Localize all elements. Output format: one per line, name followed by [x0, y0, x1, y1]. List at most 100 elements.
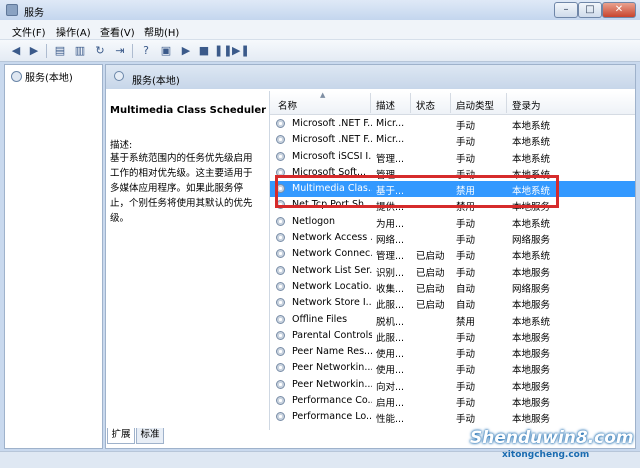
refresh-icon[interactable]: ↻ — [92, 43, 108, 59]
cell-description: 管理... — [376, 153, 405, 165]
services-pane: 服务(本地) Multimedia Class Scheduler 描述: 基于… — [105, 64, 636, 449]
cell-startup-type: 自动 — [456, 283, 476, 295]
column-header-startup-type[interactable]: 启动类型 — [456, 98, 494, 112]
cell-startup-type: 手动 — [456, 365, 476, 377]
cell-startup-type: 手动 — [456, 349, 476, 361]
tree-item-services-local[interactable]: 服务(本地) — [9, 68, 75, 85]
service-row[interactable]: Offline Files 脱机... 禁用 本地系统 — [270, 312, 635, 328]
menu-view[interactable]: 查看(V) — [100, 24, 135, 39]
cell-description: 识别... — [376, 267, 405, 279]
forward-arrow-icon[interactable]: ▶ — [26, 43, 42, 59]
cell-startup-type: 手动 — [456, 332, 476, 344]
description-label: 描述: — [110, 140, 133, 151]
pause-service-icon[interactable]: ❚❚ — [214, 43, 232, 59]
gear-icon — [276, 281, 285, 291]
column-divider[interactable] — [410, 93, 411, 113]
service-row[interactable]: Network Locatio... 收集... 已启动 自动 网络服务 — [270, 279, 635, 295]
minimize-button[interactable]: – — [554, 2, 578, 18]
cell-name: Microsoft .NET F... — [292, 134, 372, 146]
title-bar[interactable]: 服务 – □ ✕ — [0, 0, 640, 20]
cell-name: Peer Networkin... — [292, 378, 372, 390]
service-row[interactable]: Network Access ... 网络... 手动 网络服务 — [270, 230, 635, 246]
cell-startup-type: 手动 — [456, 137, 476, 149]
export-list-icon[interactable]: ⇥ — [112, 43, 128, 59]
gear-icon — [276, 135, 285, 145]
cell-name: Offline Files — [292, 313, 348, 325]
cell-log-on-as: 本地系统 — [512, 316, 551, 328]
gear-icon — [276, 363, 285, 373]
cell-description: Micr... — [376, 118, 405, 129]
cell-name: Network Store I... — [292, 297, 372, 309]
service-row[interactable]: Network Store I... 此服... 已启动 自动 本地服务 — [270, 295, 635, 311]
menu-action[interactable]: 操作(A) — [56, 24, 91, 39]
service-row[interactable]: Network List Ser... 识别... 已启动 手动 本地服务 — [270, 263, 635, 279]
show-tree-icon[interactable]: ▤ — [52, 43, 68, 59]
cell-status: 已启动 — [416, 283, 445, 295]
column-divider[interactable] — [506, 93, 507, 113]
cell-name: Microsoft iSCSI I... — [292, 150, 372, 162]
column-header-description[interactable]: 描述 — [376, 98, 395, 112]
column-header-log-on-as[interactable]: 登录为 — [512, 98, 541, 112]
cell-description: 向对... — [376, 381, 405, 393]
close-button[interactable]: ✕ — [602, 2, 636, 18]
watermark-subtext: xitongcheng.com — [502, 450, 590, 460]
cell-startup-type: 禁用 — [456, 316, 476, 328]
service-row[interactable]: Peer Networkin... 向对... 手动 本地服务 — [270, 377, 635, 393]
gear-icon — [276, 330, 285, 340]
cell-description: 启用... — [376, 398, 405, 410]
restart-service-icon[interactable]: ▶❚ — [232, 43, 250, 59]
window-title: 服务 — [24, 8, 44, 19]
menu-help[interactable]: 帮助(H) — [144, 24, 179, 39]
description-text: 基于系统范围内的任务优先级启用工作的相对优先级。这主要适用于多媒体应用程序。如果… — [110, 153, 253, 224]
cell-startup-type: 手动 — [456, 414, 476, 426]
service-row[interactable]: Performance Lo... 性能... 手动 本地服务 — [270, 409, 635, 425]
column-header-status[interactable]: 状态 — [416, 98, 435, 112]
cell-log-on-as: 网络服务 — [512, 283, 551, 295]
gear-icon — [276, 151, 285, 161]
cell-description: Micr... — [376, 134, 405, 146]
gear-icon — [11, 71, 22, 82]
services-app-icon — [6, 4, 18, 16]
services-list[interactable]: ▲ 名称 描述 状态 启动类型 登录为 Microsoft .NET F... M… — [269, 91, 635, 430]
cell-name: Network Access ... — [292, 232, 372, 244]
cell-startup-type: 手动 — [456, 251, 476, 263]
service-row[interactable]: Netlogon 为用... 手动 本地系统 — [270, 214, 635, 230]
back-arrow-icon[interactable]: ◀ — [8, 43, 24, 59]
cell-description: 此服... — [376, 332, 405, 344]
column-divider[interactable] — [370, 93, 371, 113]
service-row[interactable]: Microsoft .NET F... Micr... 手动 本地系统 — [270, 116, 635, 132]
console-icon[interactable]: ▣ — [158, 43, 174, 59]
column-header-name[interactable]: 名称 — [278, 98, 297, 112]
tab-standard[interactable]: 标准 — [136, 428, 164, 444]
service-row[interactable]: Peer Networkin... 使用... 手动 本地服务 — [270, 360, 635, 376]
gear-icon — [276, 233, 285, 243]
properties-icon[interactable]: ▥ — [72, 43, 88, 59]
help-icon[interactable]: ? — [138, 43, 154, 59]
menu-file[interactable]: 文件(F) — [12, 24, 46, 39]
service-row[interactable]: Performance Co... 启用... 手动 本地服务 — [270, 393, 635, 409]
pane-header-title: 服务(本地) — [132, 76, 180, 87]
service-row[interactable]: Microsoft iSCSI I... 管理... 手动 本地系统 — [270, 149, 635, 165]
column-divider[interactable] — [450, 93, 451, 113]
service-row[interactable]: Network Connec... 管理... 已启动 手动 本地系统 — [270, 246, 635, 262]
start-service-icon[interactable]: ▶ — [178, 43, 194, 59]
maximize-button[interactable]: □ — [578, 2, 602, 18]
cell-log-on-as: 本地服务 — [512, 267, 551, 279]
highlight-annotation-box — [275, 175, 559, 208]
cell-startup-type: 手动 — [456, 218, 476, 230]
cell-name: Network Locatio... — [292, 280, 372, 292]
tab-extended[interactable]: 扩展 — [107, 428, 135, 444]
cell-description: 管理... — [376, 251, 405, 263]
cell-log-on-as: 本地服务 — [512, 349, 551, 361]
gear-icon — [276, 314, 285, 324]
cell-startup-type: 手动 — [456, 381, 476, 393]
service-row[interactable]: Parental Controls 此服... 手动 本地服务 — [270, 328, 635, 344]
toolbar-divider — [132, 44, 133, 58]
cell-log-on-as: 本地系统 — [512, 218, 551, 230]
service-row[interactable]: Peer Name Res... 使用... 手动 本地服务 — [270, 344, 635, 360]
cell-startup-type: 手动 — [456, 235, 476, 247]
cell-startup-type: 手动 — [456, 398, 476, 410]
stop-service-icon[interactable]: ■ — [196, 43, 212, 59]
cell-name: Peer Networkin... — [292, 362, 372, 374]
service-row[interactable]: Microsoft .NET F... Micr... 手动 本地系统 — [270, 132, 635, 148]
